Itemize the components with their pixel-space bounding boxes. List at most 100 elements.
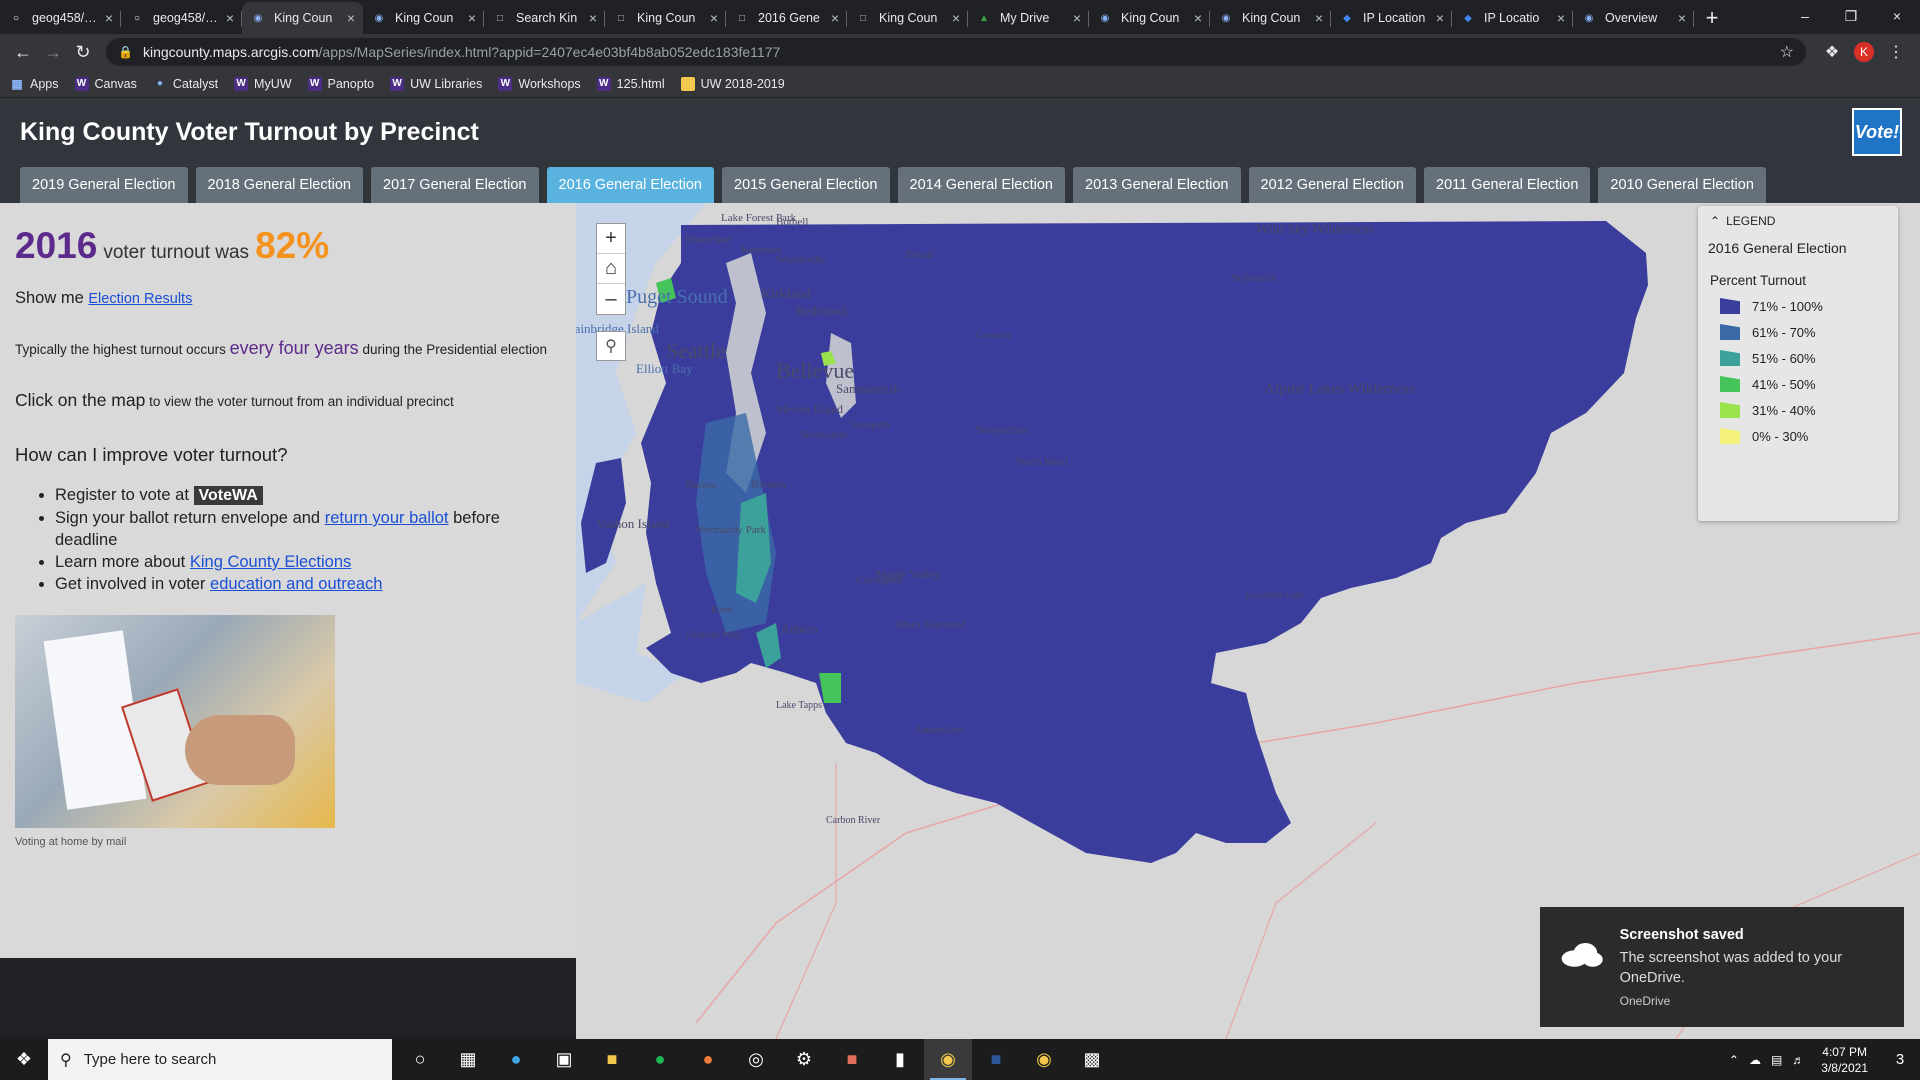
browser-tab[interactable]: ◉ King Coun × — [1210, 2, 1331, 34]
close-icon[interactable]: × — [1557, 10, 1565, 26]
back-button[interactable]: ← — [8, 38, 38, 66]
spotify-icon[interactable]: ● — [636, 1039, 684, 1080]
election-tab[interactable]: 2017 General Election — [371, 167, 539, 203]
edge-icon[interactable]: ● — [492, 1039, 540, 1080]
search-icon: ⚲ — [60, 1051, 72, 1069]
legend-item-label: 71% - 100% — [1752, 298, 1823, 314]
clock[interactable]: 4:07 PM 3/8/2021 — [1821, 1044, 1868, 1076]
onedrive-tray-icon[interactable]: ☁ — [1749, 1053, 1761, 1067]
chrome-icon[interactable]: ◉ — [924, 1039, 972, 1080]
bookmark-item[interactable]: W 125.html — [596, 76, 665, 91]
election-tab[interactable]: 2013 General Election — [1073, 167, 1241, 203]
close-icon[interactable]: × — [1678, 10, 1686, 26]
bookmark-item[interactable]: W Panopto — [307, 76, 374, 91]
forward-button[interactable]: → — [38, 38, 68, 66]
browser-tab[interactable]: ○ geog458/… × — [121, 2, 242, 34]
bookmark-item[interactable]: ● Catalyst — [153, 77, 218, 91]
extensions-icon[interactable]: ❖ — [1816, 38, 1848, 66]
app-orange-icon[interactable]: ● — [684, 1039, 732, 1080]
map-label: Carnation — [976, 330, 1012, 340]
election-tab[interactable]: 2010 General Election — [1598, 167, 1766, 203]
browser-tab[interactable]: ▲ My Drive × — [968, 2, 1089, 34]
task-view-icon[interactable]: ▦ — [444, 1039, 492, 1080]
browser-tab[interactable]: □ King Coun × — [847, 2, 968, 34]
taskbar-search[interactable]: ⚲ Type here to search — [48, 1039, 392, 1080]
browser-tab[interactable]: □ 2016 Gene × — [726, 2, 847, 34]
taskbar-search-placeholder: Type here to search — [83, 1051, 217, 1068]
browser-tab[interactable]: ◉ King Coun × — [1089, 2, 1210, 34]
bookmark-item[interactable]: W MyUW — [234, 76, 292, 91]
king-county-polygon[interactable] — [641, 221, 1648, 863]
close-icon[interactable]: × — [1436, 10, 1444, 26]
epic-games-icon[interactable]: ▮ — [876, 1039, 924, 1080]
return-ballot-link[interactable]: return your ballot — [325, 509, 449, 527]
minimize-icon[interactable]: – — [1782, 0, 1828, 32]
word-icon[interactable]: ■ — [972, 1039, 1020, 1080]
volume-icon[interactable]: ♬ — [1792, 1053, 1804, 1067]
close-icon[interactable]: × — [468, 10, 476, 26]
election-tab[interactable]: 2012 General Election — [1248, 167, 1416, 203]
education-outreach-link[interactable]: education and outreach — [210, 575, 382, 593]
browser-tab[interactable]: ○ geog458/… × — [0, 2, 121, 34]
new-tab-button[interactable]: + — [1694, 2, 1730, 34]
browser-tab[interactable]: ◉ Overview × — [1573, 2, 1694, 34]
map-search-button[interactable]: ⚲ — [596, 331, 626, 361]
profile-avatar[interactable]: K — [1854, 42, 1874, 62]
onedrive-toast[interactable]: Screenshot saved The screenshot was adde… — [1540, 907, 1904, 1027]
election-tab[interactable]: 2011 General Election — [1424, 167, 1591, 203]
bookmark-item[interactable]: ▦ Apps — [10, 77, 58, 91]
browser-tab[interactable]: ◉ King Coun × — [363, 2, 484, 34]
browser-tab[interactable]: □ King Coun × — [605, 2, 726, 34]
bookmark-item[interactable]: W Canvas — [74, 76, 137, 91]
bookmark-item[interactable]: W UW Libraries — [390, 76, 482, 91]
chrome-2-icon[interactable]: ◉ — [1020, 1039, 1068, 1080]
notification-center-icon[interactable]: 3 — [1880, 1051, 1920, 1068]
app-red-icon[interactable]: ■ — [828, 1039, 876, 1080]
king-county-elections-link[interactable]: King County Elections — [190, 553, 351, 571]
close-icon[interactable]: × — [226, 10, 234, 26]
app-circle-icon[interactable]: ◎ — [732, 1039, 780, 1080]
map-label: Kirkland — [761, 287, 811, 302]
legend-header[interactable]: ⌃ LEGEND — [1710, 214, 1888, 228]
close-icon[interactable]: × — [1315, 10, 1323, 26]
zoom-out-button[interactable]: – — [597, 284, 625, 314]
bookmark-item[interactable]: UW 2018-2019 — [680, 76, 785, 91]
browser-tab[interactable]: ◉ King Coun × — [242, 2, 363, 34]
browser-tab[interactable]: ◆ IP Location × — [1331, 2, 1452, 34]
close-icon[interactable]: × — [1194, 10, 1202, 26]
close-window-icon[interactable]: × — [1874, 0, 1920, 32]
cortana-icon[interactable]: ○ — [396, 1039, 444, 1080]
votewa-link[interactable]: VoteWA — [193, 486, 263, 505]
close-icon[interactable]: × — [1073, 10, 1081, 26]
browser-tab[interactable]: ◆ IP Locatio × — [1452, 2, 1573, 34]
reload-button[interactable]: ↻ — [68, 38, 98, 66]
bookmark-star-icon[interactable]: ☆ — [1780, 42, 1794, 62]
url-host: kingcounty.maps.arcgis.com — [142, 44, 319, 60]
store-icon[interactable]: ▣ — [540, 1039, 588, 1080]
windows-start-icon[interactable]: ❖ — [0, 1039, 48, 1080]
chevron-up-tray-icon[interactable]: ⌃ — [1729, 1053, 1739, 1067]
file-explorer-icon[interactable]: ■ — [588, 1039, 636, 1080]
menu-kebab-icon[interactable]: ⋮ — [1880, 38, 1912, 66]
close-icon[interactable]: × — [347, 10, 355, 26]
bookmark-item[interactable]: W Workshops — [498, 76, 581, 91]
terminal-icon[interactable]: ▩ — [1068, 1039, 1116, 1080]
election-results-link[interactable]: Election Results — [88, 291, 192, 307]
election-tab[interactable]: 2019 General Election — [20, 167, 188, 203]
election-tab[interactable]: 2015 General Election — [722, 167, 890, 203]
zoom-in-button[interactable]: + — [597, 224, 625, 254]
address-bar[interactable]: 🔒 kingcounty.maps.arcgis.com/apps/MapSer… — [106, 38, 1806, 66]
browser-tab[interactable]: □ Search Kin × — [484, 2, 605, 34]
close-icon[interactable]: × — [831, 10, 839, 26]
home-button[interactable]: ⌂ — [597, 254, 625, 284]
election-tab[interactable]: 2016 General Election — [546, 167, 714, 203]
restore-icon[interactable]: ❐ — [1828, 0, 1874, 32]
network-icon[interactable]: ▤ — [1771, 1053, 1782, 1067]
close-icon[interactable]: × — [952, 10, 960, 26]
close-icon[interactable]: × — [589, 10, 597, 26]
steam-icon[interactable]: ⚙ — [780, 1039, 828, 1080]
close-icon[interactable]: × — [710, 10, 718, 26]
close-icon[interactable]: × — [105, 10, 113, 26]
election-tab[interactable]: 2014 General Election — [897, 167, 1065, 203]
election-tab[interactable]: 2018 General Election — [195, 167, 363, 203]
